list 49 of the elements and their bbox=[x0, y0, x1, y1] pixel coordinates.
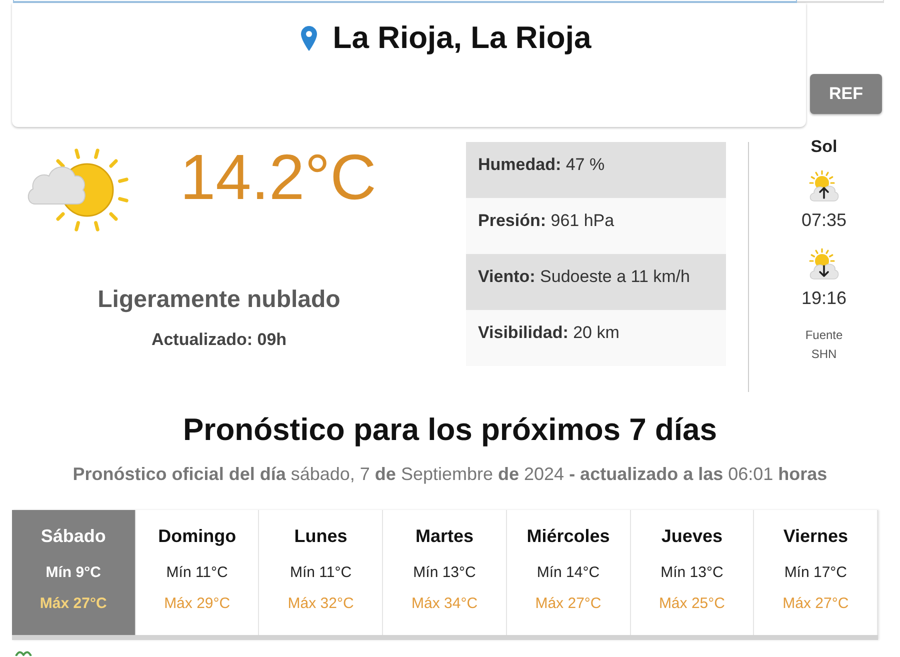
min-temperature: Mín 11°C bbox=[290, 563, 352, 583]
day-name: Jueves bbox=[661, 525, 722, 547]
forecast-heading: Pronóstico para los próximos 7 días bbox=[182, 411, 718, 448]
min-temperature: Mín 11°C bbox=[166, 563, 228, 583]
day-name: Domingo bbox=[158, 525, 236, 547]
temperature: 14.2°C bbox=[180, 144, 376, 210]
location-pin-icon bbox=[300, 26, 317, 50]
day-tab[interactable]: Jueves Mín 13°C Máx 25°C bbox=[630, 510, 754, 635]
day-name: Sábado bbox=[40, 525, 106, 547]
sunset-time: 19:16 bbox=[801, 287, 847, 309]
min-temperature: Mín 9°C bbox=[46, 563, 101, 583]
detail-row: Visibilidad: 20 km bbox=[466, 310, 726, 366]
condition-text: Ligeramente nublado bbox=[98, 285, 340, 315]
source-note: Fuente SHN bbox=[804, 327, 844, 363]
max-temperature: Máx 27°C bbox=[535, 594, 602, 614]
day-name: Viernes bbox=[783, 525, 848, 547]
day-name: Miércoles bbox=[526, 525, 610, 547]
min-temperature: Mín 14°C bbox=[536, 563, 600, 583]
day-tab[interactable]: Domingo Mín 11°C Máx 29°C bbox=[136, 510, 260, 635]
sunrise-time: 07:35 bbox=[801, 209, 847, 231]
day-tab[interactable]: Viernes Mín 17°C Máx 27°C bbox=[754, 510, 878, 635]
min-temperature: Mín 13°C bbox=[413, 563, 476, 583]
max-temperature: Máx 34°C bbox=[412, 594, 478, 614]
max-temperature: Máx 25°C bbox=[658, 594, 725, 614]
day-name: Lunes bbox=[294, 525, 348, 547]
sunrise-icon bbox=[808, 170, 840, 202]
min-temperature: Mín 13°C bbox=[660, 563, 724, 583]
field-button[interactable] bbox=[797, 0, 884, 3]
max-temperature: Máx 32°C bbox=[288, 594, 354, 614]
min-temperature: Mín 17°C bbox=[784, 563, 848, 583]
sun-title: Sol bbox=[810, 137, 838, 157]
detail-row: Presión: 961 hPa bbox=[466, 198, 726, 254]
location-title: La Rioja, La Rioja bbox=[332, 20, 592, 56]
forecast-subtitle: Pronóstico oficial del día sábado, 7 de Septiembre de 2024 - actualizado a las 06:01 horas bbox=[72, 464, 828, 485]
sunset-icon bbox=[808, 248, 840, 280]
detail-row: Viento: Sudoeste a 11 km/h bbox=[466, 254, 726, 310]
day-name: Martes bbox=[416, 525, 474, 547]
day-tab[interactable]: Lunes Mín 11°C Máx 32°C bbox=[259, 510, 384, 635]
day-tab[interactable]: Martes Mín 13°C Máx 34°C bbox=[383, 510, 507, 635]
ref-button[interactable]: REF bbox=[810, 74, 882, 114]
input-field[interactable] bbox=[13, 0, 797, 3]
detail-row: Humedad: 47 % bbox=[466, 142, 726, 198]
sprout-icon bbox=[15, 649, 32, 656]
day-tab[interactable]: Miércoles Mín 14°C Máx 27°C bbox=[506, 510, 631, 635]
updated-time: Actualizado: 09h bbox=[151, 329, 287, 351]
max-temperature: Máx 29°C bbox=[164, 594, 230, 614]
day-tab[interactable]: Sábado Mín 9°C Máx 27°C bbox=[12, 510, 136, 635]
max-temperature: Máx 27°C bbox=[40, 594, 107, 614]
max-temperature: Máx 27°C bbox=[782, 594, 849, 614]
